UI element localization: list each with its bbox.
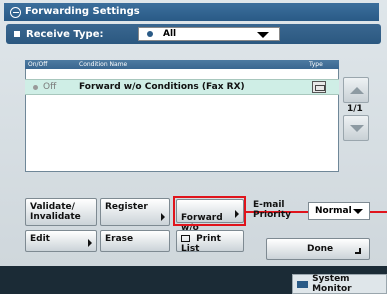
- enter-icon: [355, 248, 361, 254]
- scroll-up-button[interactable]: [343, 77, 369, 103]
- window-title: Forwarding Settings: [25, 6, 140, 17]
- submenu-arrow-icon: [88, 239, 92, 247]
- title-bar: Forwarding Settings: [4, 3, 379, 21]
- erase-label: Erase: [105, 234, 134, 244]
- forwarding-icon: [10, 6, 21, 18]
- scroll-down-button[interactable]: [343, 115, 369, 141]
- table-row[interactable]: Off Forward w/o Conditions (Fax RX): [25, 79, 339, 95]
- printer-icon: [181, 235, 190, 242]
- system-monitor-label: System Monitor: [312, 274, 352, 294]
- status-dot-icon: [33, 84, 38, 90]
- receive-type-label: Receive Type:: [26, 28, 104, 40]
- condition-name: Forward w/o Conditions (Fax RX): [79, 82, 245, 92]
- bullet-icon: [14, 31, 20, 37]
- done-button[interactable]: Done: [266, 238, 370, 260]
- receive-type-bar: Receive Type: All: [6, 24, 381, 44]
- done-label: Done: [307, 244, 334, 254]
- onoff-value: Off: [43, 82, 57, 92]
- submenu-arrow-icon: [161, 213, 165, 221]
- receive-type-select[interactable]: All: [138, 27, 280, 41]
- table-header: On/Off Condition Name Type: [25, 60, 339, 69]
- system-monitor-button[interactable]: System Monitor: [292, 274, 387, 294]
- register-label: Register: [105, 202, 148, 212]
- conditions-table: [25, 60, 339, 172]
- email-priority-label: E-mail Priority: [253, 200, 291, 220]
- monitor-icon: [297, 280, 309, 288]
- validate-invalidate-button[interactable]: Validate/ Invalidate: [25, 198, 97, 226]
- header-type: Type: [309, 61, 323, 68]
- highlight-box: [173, 196, 246, 226]
- email-priority-value: Normal: [315, 206, 352, 216]
- register-button[interactable]: Register: [100, 198, 170, 226]
- edit-label: Edit: [30, 234, 50, 244]
- receive-type-value: All: [163, 29, 177, 39]
- selected-dot-icon: [147, 31, 153, 37]
- onoff-cell: Off: [33, 82, 56, 92]
- email-priority-select[interactable]: Normal: [308, 202, 370, 220]
- erase-button[interactable]: Erase: [100, 230, 170, 252]
- header-onoff: On/Off: [28, 61, 48, 68]
- page-indicator: 1/1: [347, 104, 363, 114]
- dropdown-arrow-icon: [353, 209, 363, 214]
- dropdown-arrow-icon: [257, 32, 269, 38]
- edit-button[interactable]: Edit: [25, 230, 97, 252]
- header-condition-name: Condition Name: [79, 61, 128, 68]
- forwarding-settings-panel: Forwarding Settings Receive Type: All On…: [0, 0, 387, 266]
- fax-icon: [312, 81, 326, 93]
- print-list-button[interactable]: Print List: [176, 230, 244, 254]
